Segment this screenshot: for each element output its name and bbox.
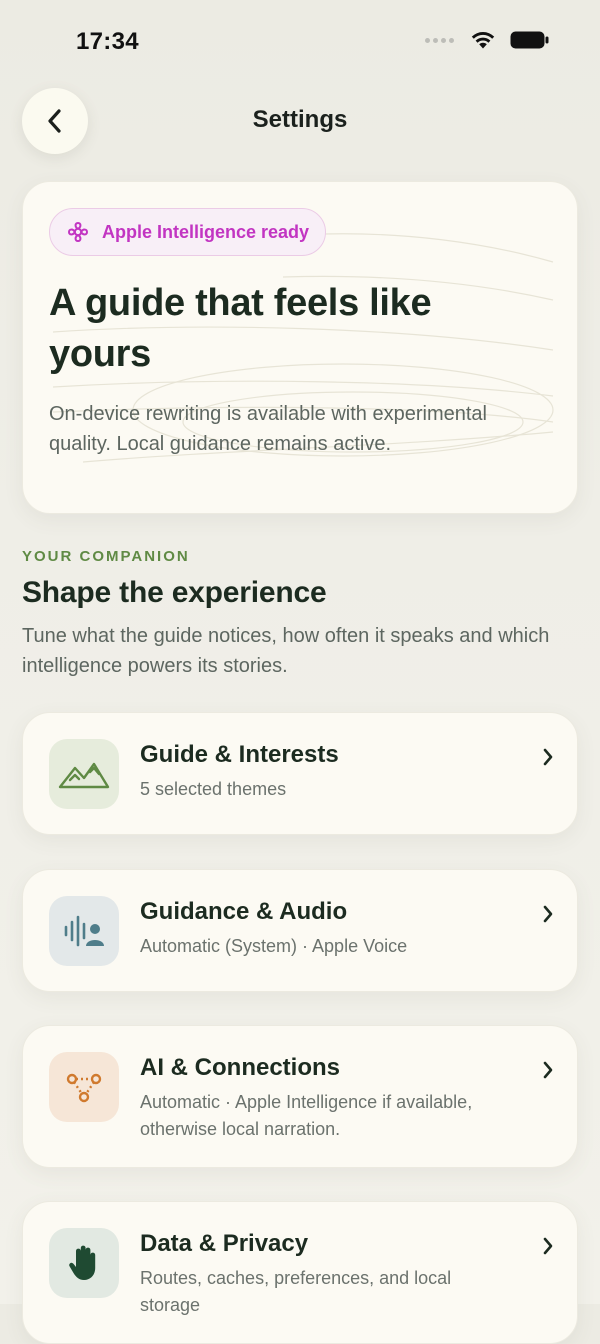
signal-dots-icon: [425, 37, 454, 43]
status-bar: 17:34: [0, 0, 600, 88]
card-subtitle: 5 selected themes: [140, 779, 287, 799]
hero-description: On-device rewriting is available with ex…: [49, 403, 487, 455]
wifi-icon: [471, 32, 495, 49]
card-title: AI & Connections: [140, 1054, 341, 1081]
settings-item-ai-connections[interactable]: AI & Connections Automatic · Apple Intel…: [22, 1025, 578, 1168]
voice-waveform-icon: [64, 915, 104, 947]
status-time: 17:34: [76, 28, 139, 55]
nav-bar: Settings: [0, 88, 600, 154]
hand-icon: [69, 1245, 96, 1280]
settings-item-guidance-audio[interactable]: Guidance & Audio Automatic (System) · Ap…: [22, 869, 578, 992]
card-icon-container: [49, 896, 119, 966]
apple-intelligence-icon: [67, 221, 89, 243]
chevron-right-icon: [543, 905, 553, 923]
chevron-right-icon: [543, 1237, 553, 1255]
section-title: Shape the experience: [22, 576, 327, 609]
card-subtitle: Routes, caches, preferences, and local s…: [140, 1268, 452, 1315]
settings-item-guide-interests[interactable]: Guide & Interests 5 selected themes: [22, 712, 578, 835]
battery-icon: [510, 31, 549, 49]
card-subtitle: Automatic · Apple Intelligence if availa…: [140, 1092, 473, 1139]
status-icons: [425, 30, 550, 50]
card-icon-container: [49, 1228, 119, 1298]
hero-title: A guide that feels like yours: [49, 282, 432, 375]
card-title: Guidance & Audio: [140, 898, 348, 925]
card-title: Data & Privacy: [140, 1230, 309, 1257]
section-description: Tune what the guide notices, how often i…: [22, 625, 550, 677]
connections-icon: [66, 1073, 102, 1103]
page-title: Settings: [252, 106, 348, 133]
apple-intelligence-badge: Apple Intelligence ready: [49, 208, 327, 256]
settings-item-data-privacy[interactable]: Data & Privacy Routes, caches, preferenc…: [22, 1201, 578, 1344]
chevron-right-icon: [543, 748, 553, 766]
hero-card: Apple Intelligence ready A guide that fe…: [22, 181, 578, 514]
card-subtitle: Automatic (System) · Apple Voice: [140, 936, 408, 956]
section-eyebrow: YOUR COMPANION: [22, 548, 190, 565]
mountains-icon: [58, 762, 110, 789]
card-icon-container: [49, 739, 119, 809]
card-icon-container: [49, 1052, 119, 1122]
chevron-right-icon: [543, 1061, 553, 1079]
apple-intelligence-label: Apple Intelligence ready: [102, 221, 310, 242]
card-title: Guide & Interests: [140, 741, 339, 768]
